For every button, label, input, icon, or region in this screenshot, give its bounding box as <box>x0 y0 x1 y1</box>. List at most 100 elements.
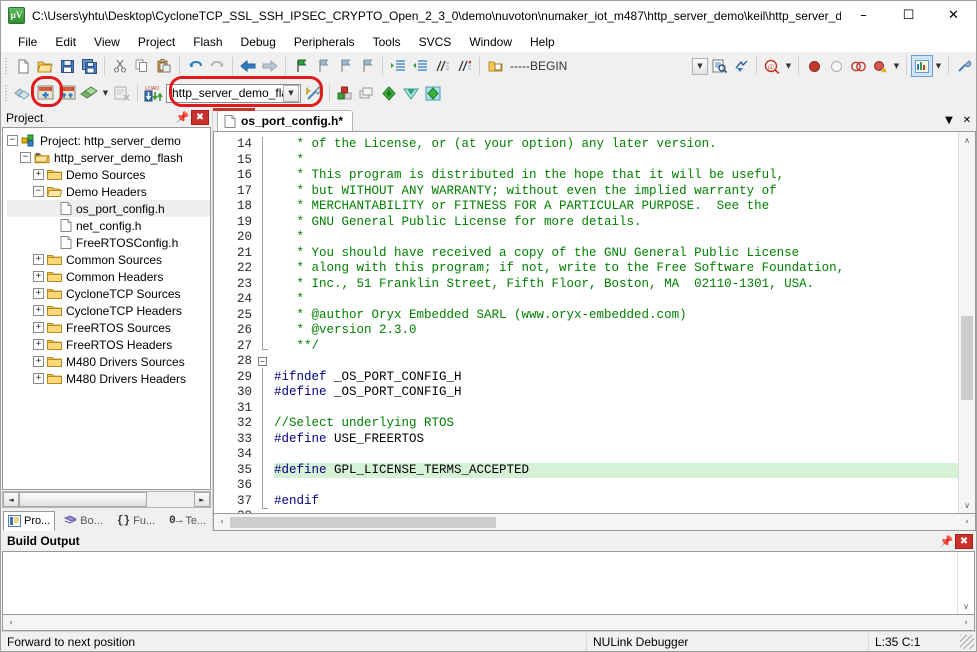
tree-item[interactable]: + M480 Drivers Sources <box>7 353 210 370</box>
menu-peripherals[interactable]: Peripherals <box>285 32 364 52</box>
open-include-icon[interactable] <box>484 55 506 77</box>
expand-toggle-icon[interactable]: + <box>33 169 44 180</box>
code-line[interactable]: * along with this program; if not, write… <box>274 261 958 277</box>
pin-icon[interactable]: 📌 <box>938 533 955 549</box>
menu-tools[interactable]: Tools <box>364 32 410 52</box>
tree-item[interactable]: + Demo Sources <box>7 166 210 183</box>
tab-templates[interactable]: 0→ Te... <box>164 511 211 531</box>
hscroll-track[interactable] <box>147 492 194 507</box>
close-icon[interactable]: ✖ <box>191 110 209 125</box>
manage-project-items-icon[interactable] <box>334 82 356 104</box>
code-line[interactable] <box>274 354 958 370</box>
scroll-left-button[interactable]: ‹ <box>214 515 230 530</box>
expand-toggle-icon[interactable]: + <box>33 373 44 384</box>
editor-vscrollbar[interactable]: ∧ ∨ <box>958 132 975 513</box>
build-scroll-down-button[interactable]: ∨ <box>958 598 974 614</box>
expand-toggle-icon[interactable]: + <box>33 288 44 299</box>
build-output-body[interactable]: ∨ <box>2 551 975 615</box>
target-selector[interactable]: http_server_demo_flash ▼ <box>166 83 301 103</box>
multi-project-icon[interactable] <box>356 82 378 104</box>
project-tree-hscrollbar[interactable]: ◄ ► <box>2 491 211 508</box>
batch-build-icon[interactable] <box>78 82 100 104</box>
tree-item[interactable]: net_config.h <box>7 217 210 234</box>
indent-icon[interactable] <box>387 55 409 77</box>
expand-toggle-icon[interactable]: + <box>33 254 44 265</box>
navigate-forward-icon[interactable] <box>259 55 281 77</box>
options-for-target-icon[interactable] <box>303 82 325 104</box>
find-combo-value[interactable]: -----BEGIN <box>506 57 626 76</box>
pack-installer-icon[interactable] <box>378 82 400 104</box>
tree-item[interactable]: os_port_config.h <box>7 200 210 217</box>
code-line[interactable] <box>274 401 958 417</box>
find-combo-arrow[interactable]: ▼ <box>692 57 708 75</box>
navigate-back-icon[interactable] <box>237 55 259 77</box>
code-line[interactable]: * but WITHOUT ANY WARRANTY; without even… <box>274 184 958 200</box>
folding-margin[interactable]: − <box>256 132 270 513</box>
code-text[interactable]: * of the License, or (at your option) an… <box>270 132 958 513</box>
code-line[interactable]: #define GPL_LICENSE_TERMS_ACCEPTED <box>274 462 958 478</box>
bookmark-next-icon[interactable] <box>334 55 356 77</box>
maximize-button[interactable]: ☐ <box>886 1 931 31</box>
code-line[interactable]: * <box>274 230 958 246</box>
scroll-up-button[interactable]: ∧ <box>959 132 975 148</box>
menu-flash[interactable]: Flash <box>184 32 231 52</box>
undo-icon[interactable] <box>184 55 206 77</box>
tree-item[interactable]: + Common Headers <box>7 268 210 285</box>
tree-item[interactable]: + CycloneTCP Headers <box>7 302 210 319</box>
outdent-icon[interactable] <box>409 55 431 77</box>
code-line[interactable] <box>274 509 958 513</box>
collapse-toggle-icon[interactable]: − <box>33 186 44 197</box>
code-line[interactable] <box>274 478 958 494</box>
paste-icon[interactable] <box>153 55 175 77</box>
comment-icon[interactable] <box>431 55 453 77</box>
close-icon[interactable]: ✖ <box>955 533 973 549</box>
redo-icon[interactable] <box>206 55 228 77</box>
expand-toggle-icon[interactable]: + <box>33 305 44 316</box>
batch-build-arrow[interactable]: ▼ <box>100 82 111 104</box>
build-output-hscrollbar[interactable]: ‹ › <box>2 615 975 631</box>
editor-close-icon[interactable]: ✕ <box>958 110 976 131</box>
build-scroll-left-button[interactable]: ‹ <box>3 615 19 630</box>
browse-symbol-icon[interactable]: @ <box>761 55 783 77</box>
build-output-vscrollbar[interactable]: ∨ <box>957 552 974 614</box>
code-line[interactable]: //Select underlying RTOS <box>274 416 958 432</box>
kill-all-breakpoints-icon[interactable] <box>847 55 869 77</box>
expand-toggle-icon[interactable]: + <box>33 339 44 350</box>
code-line[interactable] <box>274 447 958 463</box>
tree-item[interactable]: + FreeRTOS Sources <box>7 319 210 336</box>
breakpoints-arrow[interactable]: ▼ <box>891 55 902 77</box>
insert-breakpoint-icon[interactable] <box>803 55 825 77</box>
ehscroll-track[interactable] <box>230 515 959 530</box>
ehscroll-thumb[interactable] <box>230 516 496 528</box>
tree-item[interactable]: + FreeRTOS Headers <box>7 336 210 353</box>
code-line[interactable]: * @version 2.3.0 <box>274 323 958 339</box>
editor-tab-os-port-config[interactable]: os_port_config.h* <box>217 110 354 131</box>
expand-toggle-icon[interactable]: + <box>33 271 44 282</box>
uncomment-icon[interactable] <box>453 55 475 77</box>
tree-item[interactable]: FreeRTOSConfig.h <box>7 234 210 251</box>
disable-breakpoint-icon[interactable] <box>825 55 847 77</box>
tree-item[interactable]: + Common Sources <box>7 251 210 268</box>
find-combo[interactable]: -----BEGIN <box>506 57 692 76</box>
code-line[interactable]: * <box>274 153 958 169</box>
editor-hscrollbar[interactable]: ‹ › <box>213 514 976 531</box>
code-line[interactable]: #define USE_FREERTOS <box>274 432 958 448</box>
pin-icon[interactable]: 📌 <box>174 110 191 126</box>
manage-windows-icon[interactable] <box>911 55 933 77</box>
code-line[interactable]: * You should have received a copy of the… <box>274 246 958 262</box>
bookmark-toggle-icon[interactable] <box>290 55 312 77</box>
manage-rte-icon[interactable] <box>400 82 422 104</box>
build-vscroll-track[interactable] <box>958 552 974 598</box>
tree-item[interactable]: − http_server_demo_flash <box>7 149 210 166</box>
scroll-right-button[interactable]: ► <box>194 492 210 507</box>
expand-toggle-icon[interactable]: + <box>33 322 44 333</box>
menu-edit[interactable]: Edit <box>46 32 85 52</box>
menu-project[interactable]: Project <box>129 32 184 52</box>
code-line[interactable]: * This program is distributed in the hop… <box>274 168 958 184</box>
toolbar-grip[interactable] <box>4 84 10 102</box>
collapse-toggle-icon[interactable]: − <box>7 135 18 146</box>
toolbar-grip[interactable] <box>4 57 10 75</box>
code-line[interactable]: **/ <box>274 339 958 355</box>
editor-tablist-dropdown[interactable]: ▼ <box>940 110 958 131</box>
menu-file[interactable]: File <box>9 32 46 52</box>
